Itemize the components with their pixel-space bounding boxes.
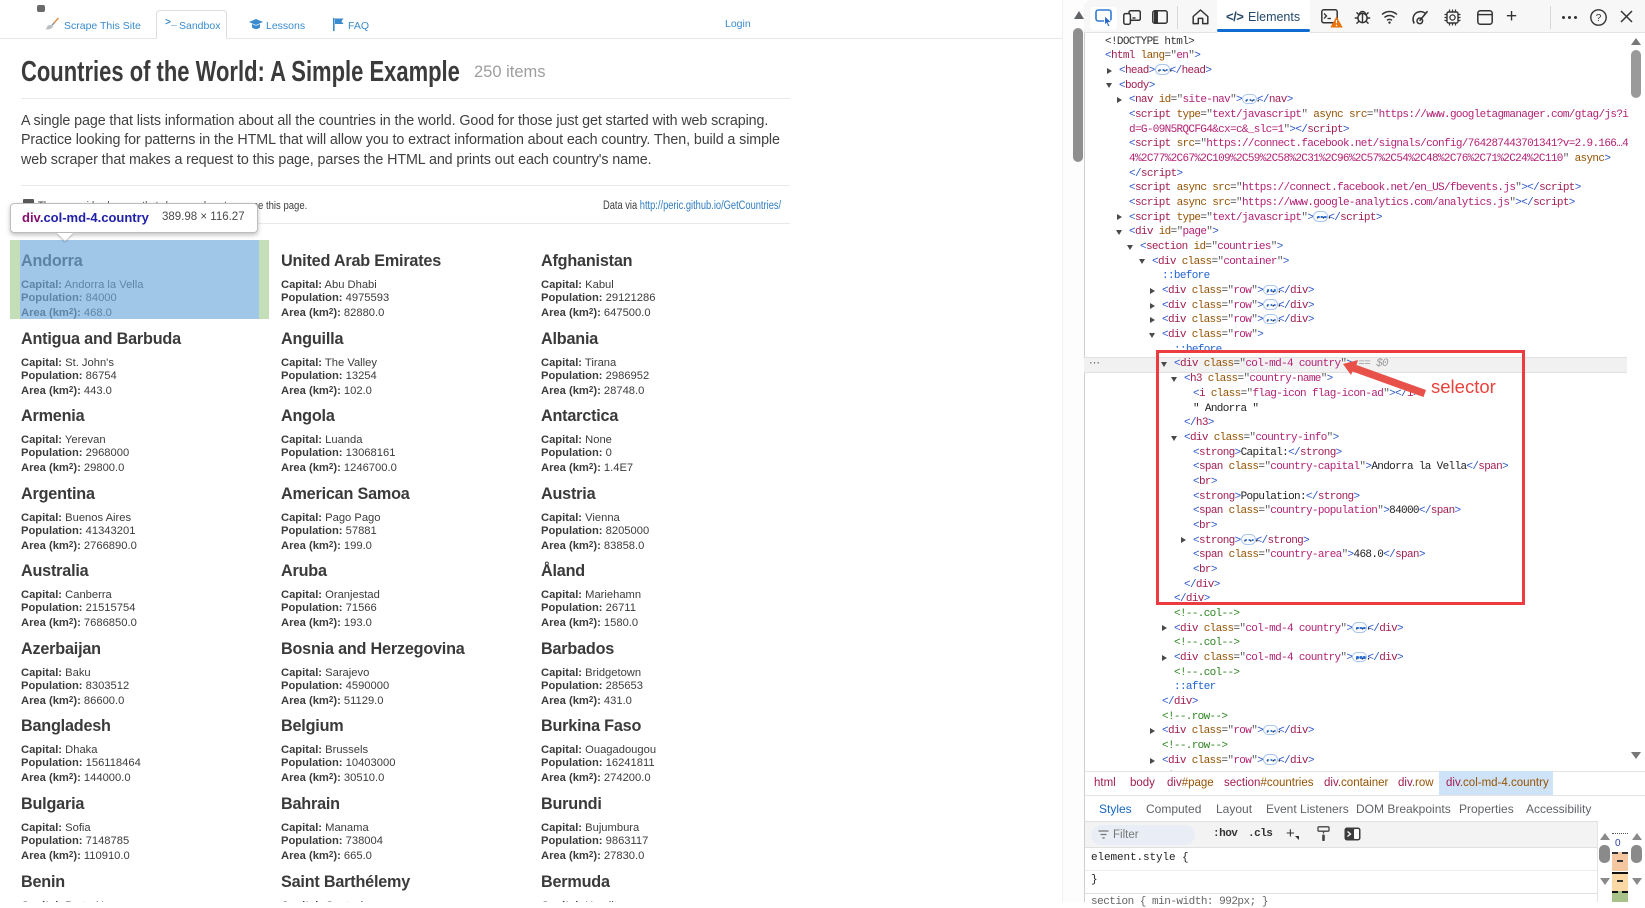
svg-text:?: ? [1596, 13, 1602, 24]
